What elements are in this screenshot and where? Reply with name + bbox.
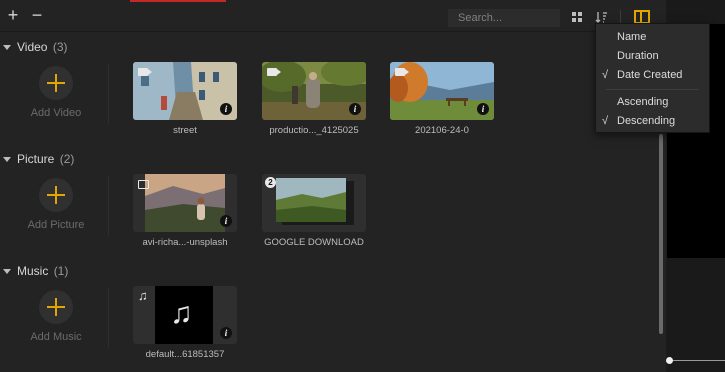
search-input[interactable] [448, 9, 560, 27]
media-name: productio..._4125025 [269, 125, 359, 136]
music-thumbnail: ♫ ♫ i [133, 286, 237, 344]
menu-divider [606, 89, 699, 90]
check-icon: √ [602, 115, 609, 127]
music-note-icon: ♫ [138, 288, 148, 303]
library-toolbar: + − [0, 0, 666, 32]
plus-icon [39, 290, 73, 324]
add-video-button[interactable]: Add Video [20, 66, 92, 119]
music-note-large-icon: ♫ [170, 297, 193, 330]
video-camera-icon [267, 68, 281, 76]
toggle-panel-icon[interactable] [634, 10, 650, 24]
section-divider [108, 176, 109, 236]
media-library-app: + − Video (3) Add Video [0, 0, 725, 372]
menu-item-label: Name [617, 31, 647, 43]
sort-by-date-created[interactable]: √ Date Created [596, 66, 709, 85]
plus-icon [39, 66, 73, 100]
menu-item-label: Date Created [617, 69, 683, 81]
section-divider [108, 288, 109, 348]
add-music-label: Add Music [30, 331, 82, 343]
preview-header [667, 0, 725, 24]
section-header-music[interactable]: Music (1) [0, 262, 68, 280]
add-video-label: Add Video [30, 107, 82, 119]
section-header-picture[interactable]: Picture (2) [0, 150, 74, 168]
media-item-202106[interactable]: i 202106-24-0 [390, 62, 494, 136]
add-picture-button[interactable]: Add Picture [20, 178, 92, 231]
collapse-caret-icon[interactable] [3, 268, 11, 274]
info-icon[interactable]: i [477, 103, 489, 115]
stack-count-badge: 2 [265, 177, 276, 188]
media-name: 202106-24-0 [415, 125, 469, 136]
media-item-street[interactable]: i street [133, 62, 237, 136]
info-icon[interactable]: i [220, 215, 232, 227]
preview-controls-area [667, 258, 725, 372]
playhead-handle[interactable] [666, 357, 673, 364]
video-camera-icon [138, 68, 152, 76]
video-thumbnail: i [133, 62, 237, 120]
media-item-google-download[interactable]: 2 GOOGLE DOWNLOAD [262, 174, 366, 248]
media-item-production[interactable]: i productio..._4125025 [262, 62, 366, 136]
menu-item-label: Ascending [617, 96, 669, 108]
scrollbar-thumb[interactable] [659, 134, 663, 334]
sort-icon[interactable] [595, 10, 609, 24]
section-count: (2) [59, 152, 75, 166]
video-thumbnail: i [262, 62, 366, 120]
section-count: (3) [52, 40, 68, 54]
sort-descending[interactable]: √ Descending [596, 112, 709, 131]
picture-stack-thumbnail: 2 [262, 174, 366, 232]
add-media-button[interactable]: + [4, 6, 22, 24]
media-name: avi-richa...-unsplash [142, 237, 228, 248]
media-name: default...61851357 [145, 349, 225, 360]
video-thumbnail: i [390, 62, 494, 120]
video-camera-icon [395, 68, 409, 76]
sort-by-name[interactable]: Name [596, 28, 709, 47]
grid-view-icon[interactable] [571, 10, 585, 24]
picture-thumbnail: i [133, 174, 237, 232]
menu-item-label: Descending [617, 115, 676, 127]
media-name: GOOGLE DOWNLOAD [264, 237, 364, 248]
info-icon[interactable]: i [220, 327, 232, 339]
section-header-video[interactable]: Video (3) [0, 38, 68, 56]
sort-menu: Name Duration √ Date Created Ascending √… [595, 23, 710, 133]
sort-ascending[interactable]: Ascending [596, 93, 709, 112]
sort-by-duration[interactable]: Duration [596, 47, 709, 66]
media-item-avi-richards[interactable]: i avi-richa...-unsplash [133, 174, 237, 248]
image-icon [138, 180, 149, 189]
landscape-stack-image [262, 174, 366, 232]
media-item-default-music[interactable]: ♫ ♫ i default...61851357 [133, 286, 237, 360]
media-library-panel: + − Video (3) Add Video [0, 0, 666, 372]
toolbar-divider [620, 10, 621, 24]
timeline-track[interactable] [672, 360, 725, 361]
info-icon[interactable]: i [349, 103, 361, 115]
active-tab-indicator [130, 0, 226, 2]
section-title: Picture [17, 152, 55, 166]
add-picture-label: Add Picture [27, 219, 85, 231]
collapse-caret-icon[interactable] [3, 44, 11, 50]
plus-icon [39, 178, 73, 212]
media-name: street [173, 125, 197, 136]
remove-media-button[interactable]: − [28, 6, 46, 24]
section-title: Music [17, 264, 49, 278]
menu-item-label: Duration [617, 50, 659, 62]
check-icon: √ [602, 69, 609, 81]
collapse-caret-icon[interactable] [3, 156, 11, 162]
section-title: Video [17, 40, 48, 54]
add-music-button[interactable]: Add Music [20, 290, 92, 343]
section-count: (1) [53, 264, 69, 278]
section-divider [108, 64, 109, 124]
info-icon[interactable]: i [220, 103, 232, 115]
